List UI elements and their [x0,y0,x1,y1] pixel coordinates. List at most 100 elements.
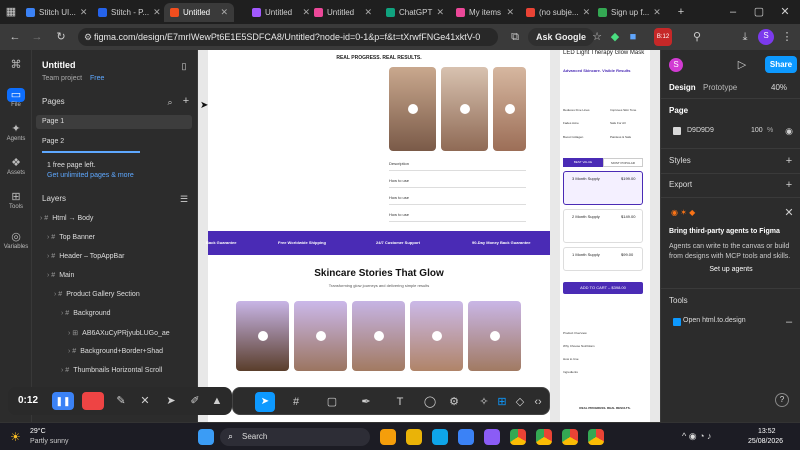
story-thumb-2[interactable] [294,301,347,371]
maximize-icon[interactable]: ▢ [752,5,766,19]
product-accordion-3[interactable]: How to Use [563,357,579,361]
present-icon[interactable]: ▷ [735,58,749,72]
layer-row[interactable]: › # Background [32,307,198,321]
mic-off-icon[interactable]: ✕ [138,394,152,408]
video-thumb-3[interactable] [493,67,526,151]
move-tool[interactable]: ➤ [255,392,275,412]
close-tab-icon[interactable]: ✕ [153,7,161,18]
story-thumb-5[interactable] [468,301,521,371]
close-tab-icon[interactable]: ✕ [436,7,444,18]
browser-tab[interactable]: Untitled ✕ [246,3,316,22]
tray-icons[interactable]: ^ ◉ ◔ ♪ [682,431,712,442]
grid-tool-icon[interactable]: ⊞ [495,395,509,409]
setup-agents-button[interactable]: Set up agents [669,266,793,273]
taskbar-app-3[interactable] [432,429,448,445]
start-button[interactable] [198,429,214,445]
story-thumb-4[interactable] [410,301,463,371]
rail-tools[interactable]: ⊞ Tools [0,190,32,210]
clock-time[interactable]: 13:52 [758,428,776,435]
product-accordion-2[interactable]: Why Choose NutriGlam [563,344,595,348]
accordion-item-how-to-use-3[interactable]: How to use [389,212,409,217]
layer-row[interactable]: › # Background+Border+Shad [32,345,198,359]
add-style-icon[interactable]: + [783,154,795,168]
open-html-to-design[interactable]: Open html.to.design [683,317,746,324]
forward-icon[interactable]: → [30,30,44,44]
profile-icon[interactable]: S [758,29,774,45]
dev-mode-icon[interactable]: ✧ [477,395,491,409]
story-thumb-3[interactable] [352,301,405,371]
extension-icon-2[interactable]: ■ [626,30,640,44]
page-item-2[interactable]: Page 2 [32,135,198,149]
page-color-swatch[interactable] [673,127,681,135]
add-to-cart-button[interactable]: ADD TO CART – $398.00 [563,282,643,294]
layer-row[interactable]: › # Html → Body [32,212,198,226]
tab-best-value[interactable]: BEST VALUE [563,158,603,167]
rail-variables[interactable]: ◎ Variables [0,230,32,250]
install-icon[interactable]: ⧉ [508,30,522,44]
accordion-item-description[interactable]: Description [389,161,409,166]
close-tab-icon[interactable]: ✕ [80,7,88,18]
option-2-month[interactable]: 2 Month Supply $149.00 [563,209,643,243]
zoom-level[interactable]: 40% [771,83,787,92]
panel-toggle-icon[interactable]: ▯ [178,59,190,73]
site-info-icon[interactable]: ⚙ [82,30,94,44]
minimize-icon[interactable]: – [726,5,740,19]
tab-prototype[interactable]: Prototype [703,83,737,92]
pen-tool-icon[interactable]: ✒ [359,395,373,409]
taskbar-chrome-2[interactable] [536,429,552,445]
url-field[interactable]: figma.com/design/E7mrIWewPt6E1E5SDFCA8/U… [78,28,498,46]
figma-menu-icon[interactable]: ⌘ [0,58,32,72]
pointer-icon[interactable]: ➤ [164,394,178,408]
tab-most-popular[interactable]: MOST POPULAR [603,158,643,167]
close-tab-icon[interactable]: ✕ [506,7,514,18]
taskbar-chrome-4[interactable] [588,429,604,445]
layer-row[interactable]: › # Header – TopAppBar [32,250,198,264]
option-3-month[interactable]: 3 Month Supply $199.00 [563,171,643,205]
menu-icon[interactable]: ⋮ [780,30,794,44]
layer-row[interactable]: › ⊞ AB6AXuCyPRjyubLUGo_ae [32,326,198,340]
taskbar-chrome-3[interactable] [562,429,578,445]
rail-file[interactable]: ▭ File [0,88,32,108]
product-frame[interactable]: LED Light Therapy Glow Mask Advanced Ski… [560,50,650,422]
page-item-1[interactable]: Page 1 [36,115,192,129]
story-thumb-1[interactable] [236,301,289,371]
video-thumb-1[interactable] [389,67,436,151]
rail-assets[interactable]: ❖ Assets [0,156,32,176]
download-icon[interactable]: ⤓ [738,30,752,44]
layers-options-icon[interactable]: ☰ [178,192,190,206]
taskbar-app-1[interactable] [380,429,396,445]
layer-row[interactable]: › # Top Banner [32,231,198,245]
taskbar-app-4[interactable] [458,429,474,445]
actions-tool-icon[interactable]: ⚙ [447,395,461,409]
upgrade-link[interactable]: Get unlimited pages & more [47,172,134,179]
browser-tab[interactable]: Untitled ✕ [164,3,234,22]
taskbar-app-5[interactable] [484,429,500,445]
text-tool-icon[interactable]: T [393,395,407,409]
add-export-icon[interactable]: + [783,178,795,192]
design-canvas[interactable]: REAL PROGRESS. REAL RESULTS. Description… [198,50,660,422]
highlighter-icon[interactable]: ▲ [210,394,224,408]
taskbar-chrome-1[interactable] [510,429,526,445]
close-tab-icon[interactable]: ✕ [220,7,228,18]
back-icon[interactable]: ← [8,30,22,44]
shape-tool-icon[interactable]: ▢ [325,395,339,409]
browser-tab[interactable]: ChatGPT ✕ [380,3,450,22]
browser-tab[interactable]: Sign up f... ✕ [592,3,662,22]
video-thumb-2[interactable] [441,67,488,151]
extension-badge[interactable]: B:12 [654,28,672,46]
layer-row[interactable]: › # Main [32,269,198,283]
close-tab-icon[interactable]: ✕ [653,7,661,18]
annotate-icon[interactable]: ✎ [114,394,128,408]
extension-icon[interactable]: ◆ [608,30,622,44]
page-opacity[interactable]: 100 [751,127,763,134]
tab-search-icon[interactable]: ▦ [4,5,18,19]
new-tab-button[interactable]: + [674,5,688,19]
landing-frame[interactable]: REAL PROGRESS. REAL RESULTS. Description… [206,50,550,422]
visibility-eye-icon[interactable]: ◉ [783,124,795,138]
component-tool-icon[interactable]: ◇ [513,395,527,409]
pen-icon[interactable]: ✐ [188,394,202,408]
browser-tab[interactable]: Stitch - P... ✕ [92,3,162,22]
accordion-item-how-to-use[interactable]: How to use [389,178,409,183]
pause-button[interactable]: ❚❚ [52,392,74,410]
comment-tool-icon[interactable]: ◯ [423,395,437,409]
